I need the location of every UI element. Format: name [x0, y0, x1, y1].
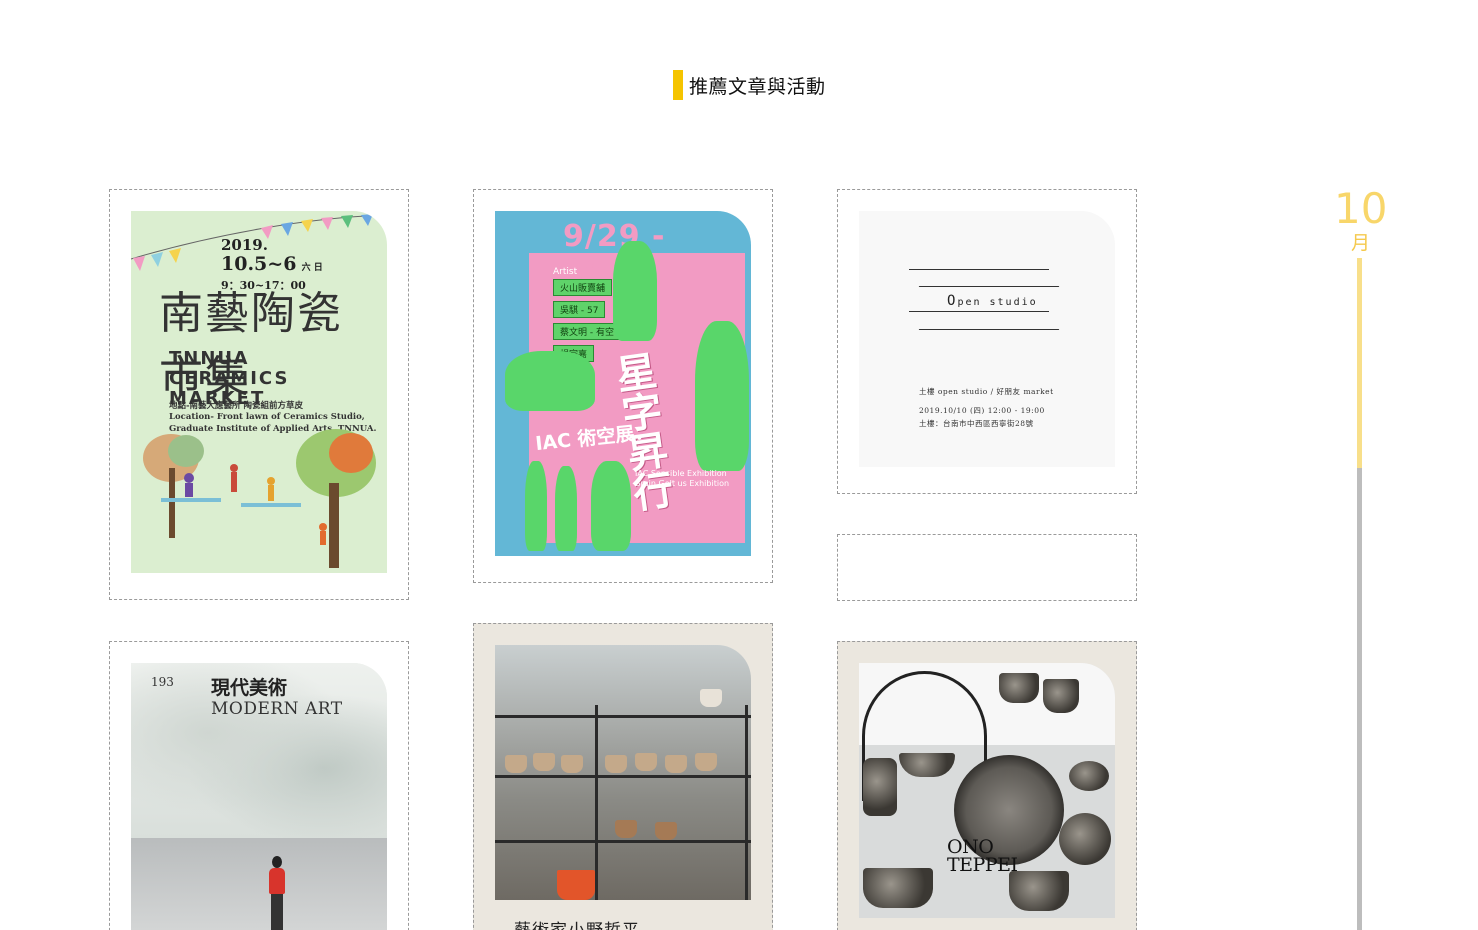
pottery-bowl	[1009, 871, 1069, 911]
shelf-post	[745, 705, 748, 900]
article-caption[interactable]: 藝術家小野哲平	[514, 916, 640, 930]
article-card-ono-teppei[interactable]: ONO TEPPEI	[837, 641, 1137, 930]
shelf-board	[495, 840, 751, 843]
article-card-empty[interactable]	[837, 534, 1137, 601]
plane-line	[918, 286, 1060, 287]
heading-accent-bar	[673, 70, 683, 100]
modern-art-cover[interactable]: 193 現代美術 MODERN ART	[131, 663, 387, 930]
artist-name: ONO TEPPEI	[947, 836, 1018, 877]
pottery-piece	[665, 755, 687, 773]
green-sculpture	[613, 241, 657, 341]
open-studio-poster[interactable]: Open studio 土樓 open studio / 好朋友 market …	[859, 211, 1115, 467]
issue-number: 193	[151, 675, 174, 689]
poster-subtitle-en: IAC Sensible Exhibition Brain Gelt us Ex…	[635, 469, 730, 489]
iac-exhibition-poster[interactable]: 9/29 - 10/28 Artist 火山販賣舖 吳騏 - 57 蔡文明 - …	[495, 211, 751, 556]
pottery-piece	[533, 753, 555, 771]
pottery-piece	[505, 755, 527, 773]
poster-title-en: TNNUA CERAMICS MARKET	[169, 348, 290, 409]
article-card-modern-art[interactable]: 193 現代美術 MODERN ART	[109, 641, 409, 930]
article-card-iac-exhibition[interactable]: 9/29 - 10/28 Artist 火山販賣舖 吳騏 - 57 蔡文明 - …	[473, 189, 773, 583]
pottery-bowl	[1069, 761, 1109, 791]
pottery-piece	[700, 689, 722, 707]
orange-bucket	[557, 870, 595, 900]
green-sculpture	[505, 351, 595, 411]
artist-tag: 火山販賣舖	[553, 279, 613, 296]
ono-teppei-poster[interactable]: ONO TEPPEI	[859, 663, 1115, 918]
grey-floor	[131, 838, 387, 930]
article-card-ono-teppei-studio[interactable]: 藝術家小野哲平	[473, 623, 773, 930]
section-title: 推薦文章與活動	[689, 75, 826, 98]
pottery-piece	[615, 820, 637, 838]
shelf-board	[495, 715, 751, 718]
plane-line	[909, 311, 1049, 312]
timeline-month-unit: 月	[1351, 232, 1371, 254]
section-heading: 推薦文章與活動	[673, 70, 826, 100]
pottery-piece	[655, 822, 677, 840]
ceramics-market-poster[interactable]: 2019. 10.5~6 六 日 9：30~17：00 南藝陶瓷市集 TNNUA…	[131, 211, 387, 573]
shelf-board	[495, 775, 751, 778]
tree-scene-illustration	[143, 429, 376, 568]
article-card-ceramics-market[interactable]: 2019. 10.5~6 六 日 9：30~17：00 南藝陶瓷市集 TNNUA…	[109, 189, 409, 600]
pottery-bowl	[863, 758, 897, 816]
figure-body	[269, 868, 285, 894]
green-sculpture	[555, 466, 577, 551]
pottery-bowl	[1059, 813, 1111, 865]
pottery-piece	[635, 753, 657, 771]
artist-tag: 吳騏 - 57	[553, 301, 606, 318]
open-studio-title: Open studio	[947, 293, 1038, 309]
timeline-progress	[1357, 258, 1362, 468]
article-card-open-studio[interactable]: Open studio 土樓 open studio / 好朋友 market …	[837, 189, 1137, 494]
magazine-title-en: MODERN ART	[211, 699, 343, 719]
studio-shelf-photo[interactable]	[495, 645, 751, 900]
green-sculpture	[591, 461, 631, 551]
magazine-title-cn: 現代美術	[211, 677, 288, 699]
figure-head	[272, 856, 282, 868]
shelf-post	[595, 705, 598, 900]
plane-line	[918, 329, 1060, 330]
plane-line	[909, 269, 1049, 270]
pottery-piece	[605, 755, 627, 773]
green-sculpture	[525, 461, 547, 551]
open-studio-info: 土樓 open studio / 好朋友 market 2019.10/10 (…	[919, 387, 1054, 428]
timeline-month-number[interactable]: 10	[1334, 184, 1387, 233]
pottery-bowl	[999, 673, 1039, 703]
timeline-track[interactable]	[1357, 468, 1362, 930]
pottery-bowl	[1043, 679, 1079, 713]
pottery-piece	[695, 753, 717, 771]
pottery-piece	[561, 755, 583, 773]
figure-legs	[271, 894, 283, 930]
artist-tag: 蔡文明 - 有空	[553, 323, 621, 340]
pottery-bowl	[863, 868, 933, 908]
green-sculpture	[695, 321, 749, 471]
